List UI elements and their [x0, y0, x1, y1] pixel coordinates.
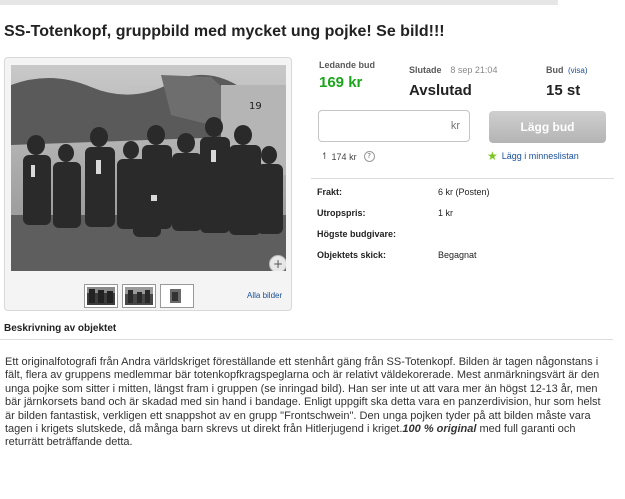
- divider: [311, 178, 614, 179]
- thumbnail-strip: [84, 284, 194, 308]
- thumbnail-3[interactable]: [160, 284, 194, 308]
- status-value: Avslutad: [409, 82, 472, 99]
- place-bid-button[interactable]: Lägg bud: [489, 111, 606, 143]
- bid-history[interactable]: ↿ 174 kr ?: [321, 151, 375, 162]
- thumbnail-3-image: [163, 287, 191, 305]
- arrow-up-icon: ↿: [321, 151, 329, 161]
- leading-bid: Ledande bud 169 kr: [319, 60, 375, 91]
- detail-key: Utropspris:: [317, 208, 366, 218]
- ends-date: 8 sep 21:04: [450, 65, 498, 75]
- bids-label: Bud: [546, 65, 564, 75]
- add-to-watchlist[interactable]: ★ Lägg i minneslistan: [487, 149, 579, 163]
- star-icon: ★: [487, 149, 498, 163]
- thumbnail-1[interactable]: [84, 284, 118, 308]
- thumbnail-2[interactable]: [122, 284, 156, 308]
- help-icon[interactable]: ?: [363, 151, 375, 162]
- group-photo-illustration: 19: [11, 65, 286, 271]
- detail-value: 6 kr (Posten): [438, 187, 490, 197]
- image-gallery: 19 + Alla bilder: [4, 57, 292, 311]
- auction-status: Slutade 8 sep 21:04 Avslutad: [409, 60, 497, 99]
- top-strip: [0, 0, 625, 6]
- bid-unit: kr: [450, 120, 460, 132]
- watchlist-label: Lägg i minneslistan: [501, 151, 579, 161]
- bid-amount-field[interactable]: kr: [318, 110, 470, 142]
- leading-bid-label: Ledande bud: [319, 60, 375, 70]
- section-divider: [0, 339, 613, 340]
- leading-bid-value: 169 kr: [319, 74, 363, 91]
- detail-key: Frakt:: [317, 187, 343, 197]
- bid-count: Bud (visa) 15 st: [546, 60, 588, 99]
- detail-key: Objektets skick:: [317, 250, 387, 260]
- bid-amount-input[interactable]: [325, 119, 440, 135]
- main-photo[interactable]: 19 +: [11, 65, 286, 271]
- ends-label: Slutade: [409, 65, 442, 75]
- magnifier-plus-icon[interactable]: +: [269, 255, 286, 271]
- detail-value: Begagnat: [438, 250, 477, 260]
- svg-text:19: 19: [249, 101, 262, 112]
- thumbnail-2-image: [125, 287, 153, 305]
- header-bar: [0, 0, 558, 5]
- detail-value: 1 kr: [438, 208, 454, 218]
- bids-value: 15 st: [546, 82, 581, 99]
- detail-key: Högste budgivare:: [317, 229, 397, 239]
- description-text: Ett originalfotografi från Andra världsk…: [5, 356, 610, 450]
- history-value: 174 kr: [331, 151, 357, 162]
- listing-title: SS-Totenkopf, gruppbild med mycket ung p…: [4, 23, 445, 40]
- description-emphasis: 100 % original: [402, 423, 477, 436]
- all-images-link[interactable]: Alla bilder: [247, 291, 282, 300]
- description-heading: Beskrivning av objektet: [4, 323, 117, 334]
- thumbnail-1-image: [87, 287, 115, 305]
- show-bids-link[interactable]: (visa): [568, 66, 588, 75]
